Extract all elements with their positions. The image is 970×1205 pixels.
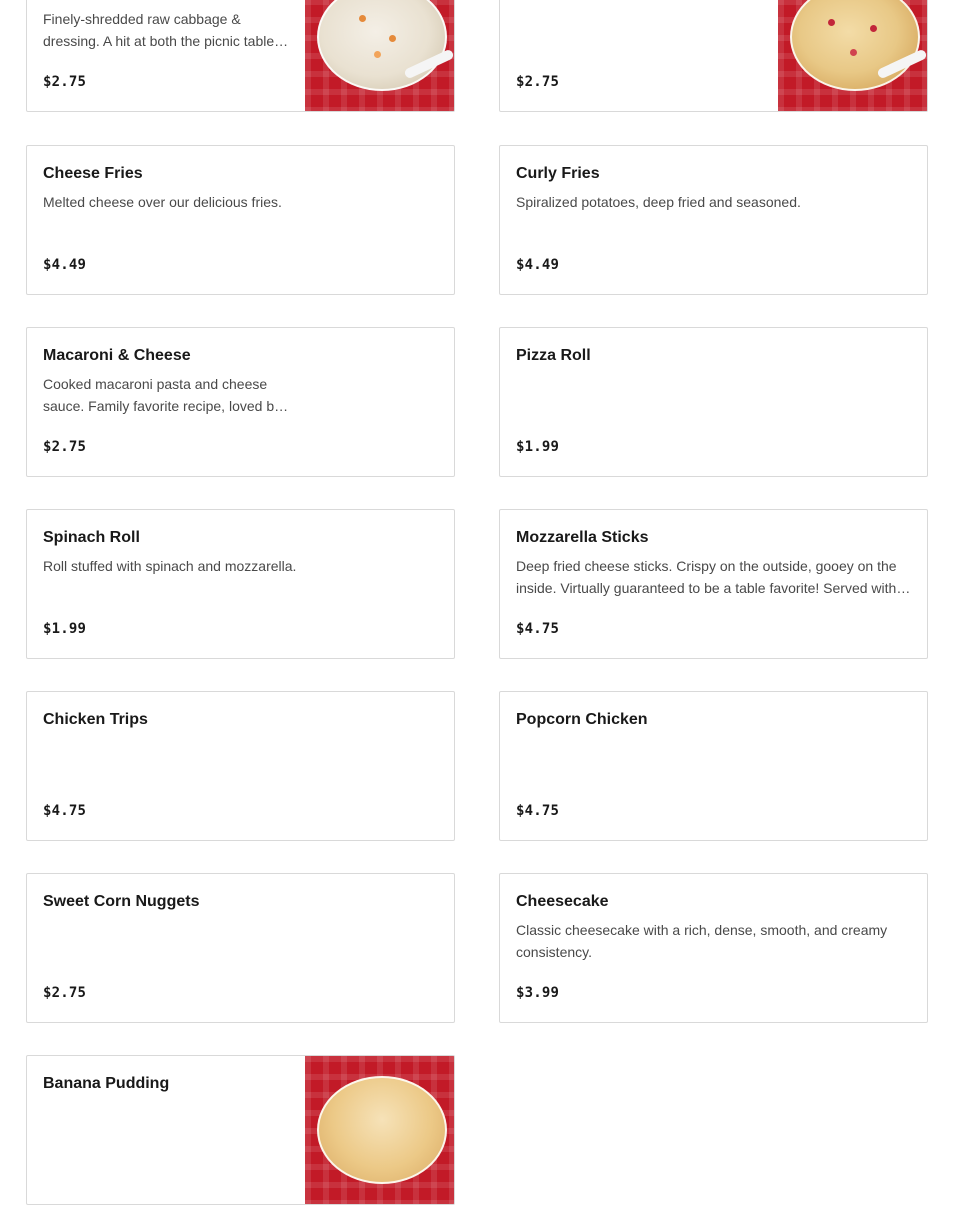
menu-item-description: Roll stuffed with spinach and mozzarella… bbox=[43, 558, 297, 574]
menu-item-card-cheese-fries[interactable]: Cheese Fries Melted cheese over our deli… bbox=[26, 145, 455, 295]
menu-item-description: Deep fried cheese sticks. Crispy on the … bbox=[516, 558, 897, 596]
menu-item-name: Cheese Fries bbox=[43, 165, 143, 182]
menu-item-price: $2.75 bbox=[43, 985, 87, 1001]
menu-item-price: $4.49 bbox=[43, 257, 87, 273]
menu-item-price: $4.49 bbox=[516, 257, 560, 273]
menu-item-price: $3.99 bbox=[516, 985, 560, 1001]
menu-item-name: Sweet Corn Nuggets bbox=[43, 893, 200, 910]
menu-item-card-banana-pudding[interactable]: Banana Pudding bbox=[26, 1055, 455, 1205]
menu-item-card-macaroni-cheese[interactable]: Macaroni & Cheese Cooked macaroni pasta … bbox=[26, 327, 455, 477]
menu-item-description: Melted cheese over our delicious fries. bbox=[43, 194, 282, 210]
menu-item-name: Curly Fries bbox=[516, 165, 600, 182]
menu-item-price: $4.75 bbox=[516, 803, 560, 819]
menu-item-card-popcorn-chicken[interactable]: Popcorn Chicken $4.75 bbox=[499, 691, 928, 841]
menu-item-name: Macaroni & Cheese bbox=[43, 347, 191, 364]
menu-item-name: Mozzarella Sticks bbox=[516, 529, 649, 546]
menu-item-price: $2.75 bbox=[43, 439, 87, 455]
banana-pudding-photo bbox=[305, 1056, 454, 1204]
menu-item-card-cheesecake[interactable]: Cheesecake Classic cheesecake with a ric… bbox=[499, 873, 928, 1023]
menu-item-description: Spiralized potatoes, deep fried and seas… bbox=[516, 194, 801, 210]
menu-item-card-pizza-roll[interactable]: Pizza Roll $1.99 bbox=[499, 327, 928, 477]
menu-item-description: Finely-shredded raw cabbage & dressing. … bbox=[43, 11, 275, 49]
menu-item-name: Popcorn Chicken bbox=[516, 711, 648, 728]
menu-item-card-coleslaw[interactable]: Finely-shredded raw cabbage & dressing. … bbox=[26, 0, 455, 112]
menu-item-card-mozzarella-sticks[interactable]: Mozzarella Sticks Deep fried cheese stic… bbox=[499, 509, 928, 659]
menu-item-card-curly-fries[interactable]: Curly Fries Spiralized potatoes, deep fr… bbox=[499, 145, 928, 295]
menu-item-card-chicken-trips[interactable]: Chicken Trips $4.75 bbox=[26, 691, 455, 841]
menu-item-price: $4.75 bbox=[516, 621, 560, 637]
menu-item-card-spinach-roll[interactable]: Spinach Roll Roll stuffed with spinach a… bbox=[26, 509, 455, 659]
menu-item-name: Banana Pudding bbox=[43, 1075, 170, 1092]
menu-item-name: Chicken Trips bbox=[43, 711, 148, 728]
menu-item-price: $1.99 bbox=[516, 439, 560, 455]
menu-item-name: Spinach Roll bbox=[43, 529, 140, 546]
macaroni-salad-photo bbox=[778, 0, 927, 111]
menu-item-description: Cooked macaroni pasta and cheese sauce. … bbox=[43, 376, 282, 414]
menu-item-price: $1.99 bbox=[43, 621, 87, 637]
menu-item-card-macaroni-salad[interactable]: $2.75 bbox=[499, 0, 928, 112]
menu-item-price: $2.75 bbox=[43, 74, 87, 90]
menu-item-price: $4.75 bbox=[43, 803, 87, 819]
menu-item-description: Classic cheesecake with a rich, dense, s… bbox=[516, 922, 888, 960]
menu-item-name: Cheesecake bbox=[516, 893, 609, 910]
menu-item-name: Pizza Roll bbox=[516, 347, 591, 364]
menu-item-price: $2.75 bbox=[516, 74, 560, 90]
menu-item-card-sweet-corn-nuggets[interactable]: Sweet Corn Nuggets $2.75 bbox=[26, 873, 455, 1023]
coleslaw-photo bbox=[305, 0, 454, 111]
